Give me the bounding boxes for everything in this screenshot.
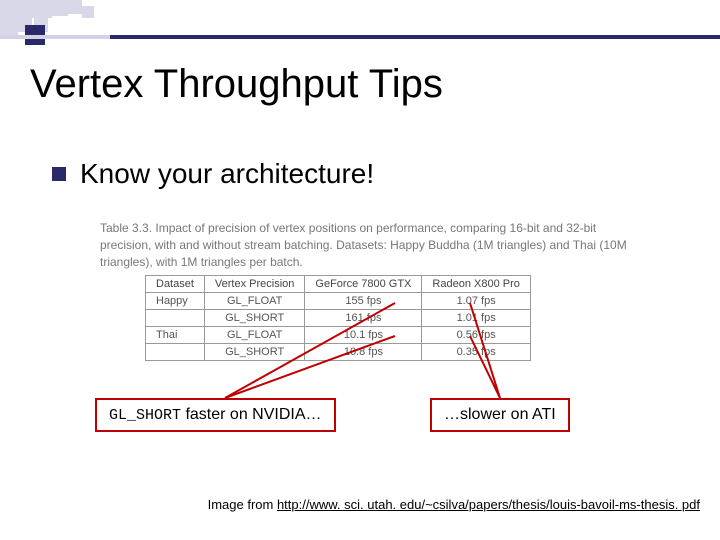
- callout-nvidia: GL_SHORT faster on NVIDIA…: [95, 398, 336, 432]
- header-rule: [0, 35, 720, 39]
- cell: GL_FLOAT: [204, 293, 304, 310]
- cell: 155 fps: [305, 293, 422, 310]
- cell: 161 fps: [305, 310, 422, 327]
- cell: 0.35 fps: [422, 344, 530, 361]
- callout-code: GL_SHORT: [109, 407, 181, 424]
- col-radeon: Radeon X800 Pro: [422, 276, 530, 293]
- cell: [146, 310, 205, 327]
- callout-text: faster on NVIDIA…: [181, 406, 322, 423]
- cell: [146, 344, 205, 361]
- slide-title: Vertex Throughput Tips: [30, 62, 443, 107]
- bullet-item: Know your architecture!: [52, 158, 374, 190]
- col-geforce: GeForce 7800 GTX: [305, 276, 422, 293]
- cell: GL_FLOAT: [204, 327, 304, 344]
- table-header-row: Dataset Vertex Precision GeForce 7800 GT…: [146, 276, 531, 293]
- square-bullet-icon: [52, 167, 66, 181]
- table-row: Happy GL_FLOAT 155 fps 1.07 fps: [146, 293, 531, 310]
- cell: 10.8 fps: [305, 344, 422, 361]
- col-precision: Vertex Precision: [204, 276, 304, 293]
- cell: GL_SHORT: [204, 310, 304, 327]
- cell: 1.01 fps: [422, 310, 530, 327]
- table-caption: Table 3.3. Impact of precision of vertex…: [100, 220, 630, 270]
- col-dataset: Dataset: [146, 276, 205, 293]
- cell: 0.56 fps: [422, 327, 530, 344]
- table-row: GL_SHORT 161 fps 1.01 fps: [146, 310, 531, 327]
- bullet-text: Know your architecture!: [80, 158, 374, 190]
- cell: GL_SHORT: [204, 344, 304, 361]
- performance-table: Dataset Vertex Precision GeForce 7800 GT…: [145, 275, 531, 361]
- callout-text: …slower on ATI: [444, 406, 556, 423]
- image-citation: Image from http://www. sci. utah. edu/~c…: [0, 497, 700, 512]
- cite-link[interactable]: http://www. sci. utah. edu/~csilva/paper…: [277, 497, 700, 512]
- cell: 1.07 fps: [422, 293, 530, 310]
- callout-ati: …slower on ATI: [430, 398, 570, 432]
- cite-prefix: Image from: [208, 497, 277, 512]
- table-row: GL_SHORT 10.8 fps 0.35 fps: [146, 344, 531, 361]
- cell: Happy: [146, 293, 205, 310]
- table-row: Thai GL_FLOAT 10.1 fps 0.56 fps: [146, 327, 531, 344]
- cell: 10.1 fps: [305, 327, 422, 344]
- cell: Thai: [146, 327, 205, 344]
